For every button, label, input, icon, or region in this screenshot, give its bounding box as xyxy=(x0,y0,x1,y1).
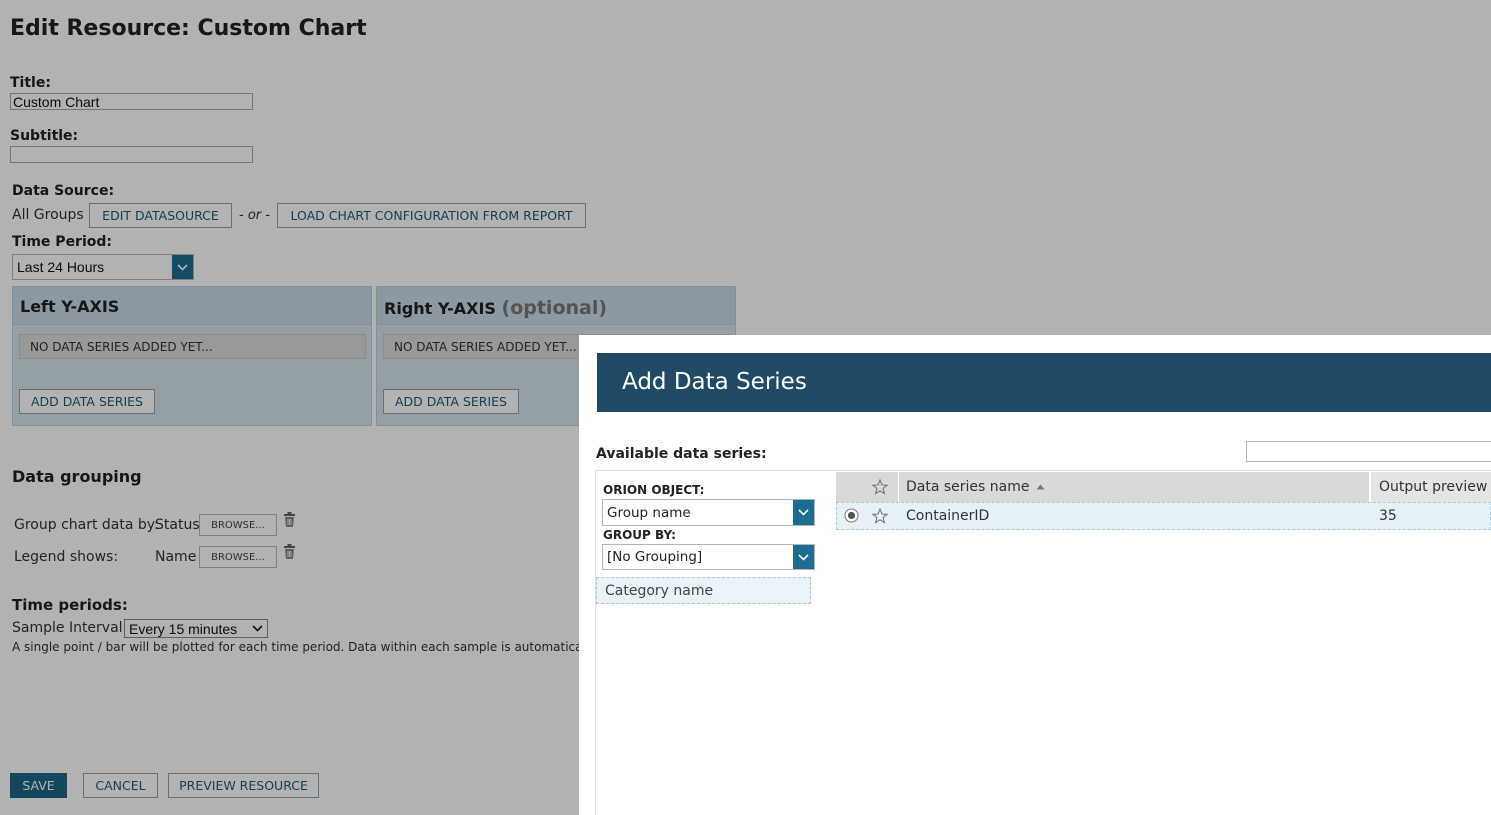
row-radio-button[interactable] xyxy=(844,508,859,523)
dialog-header: Add Data Series xyxy=(597,353,1491,412)
row-series-name: ContainerID xyxy=(906,508,990,524)
chevron-down-icon xyxy=(793,500,814,525)
table-header-select xyxy=(836,472,898,502)
table-header-name[interactable]: Data series name xyxy=(899,472,1369,502)
group-by-select[interactable]: [No Grouping] xyxy=(602,544,815,570)
chevron-down-icon xyxy=(793,545,814,569)
row-output-preview: 35 xyxy=(1379,508,1397,524)
star-icon[interactable] xyxy=(872,479,888,495)
table-header-preview[interactable]: Output preview xyxy=(1371,472,1491,502)
add-data-series-dialog: Add Data Series Available data series: O… xyxy=(579,335,1491,815)
category-list-item[interactable]: Category name xyxy=(596,577,811,604)
group-by-dialog-label: GROUP BY: xyxy=(603,528,676,542)
orion-object-label: ORION OBJECT: xyxy=(603,483,705,497)
available-series-label: Available data series: xyxy=(596,446,767,462)
orion-object-select[interactable]: Group name xyxy=(602,499,815,526)
star-icon[interactable] xyxy=(872,508,888,524)
header-name-label: Data series name xyxy=(906,479,1030,495)
sort-ascending-icon xyxy=(1036,484,1044,490)
group-by-select-value: [No Grouping] xyxy=(607,549,703,565)
dialog-title: Add Data Series xyxy=(622,369,807,395)
search-input[interactable] xyxy=(1246,441,1491,462)
orion-object-value: Group name xyxy=(607,504,691,521)
